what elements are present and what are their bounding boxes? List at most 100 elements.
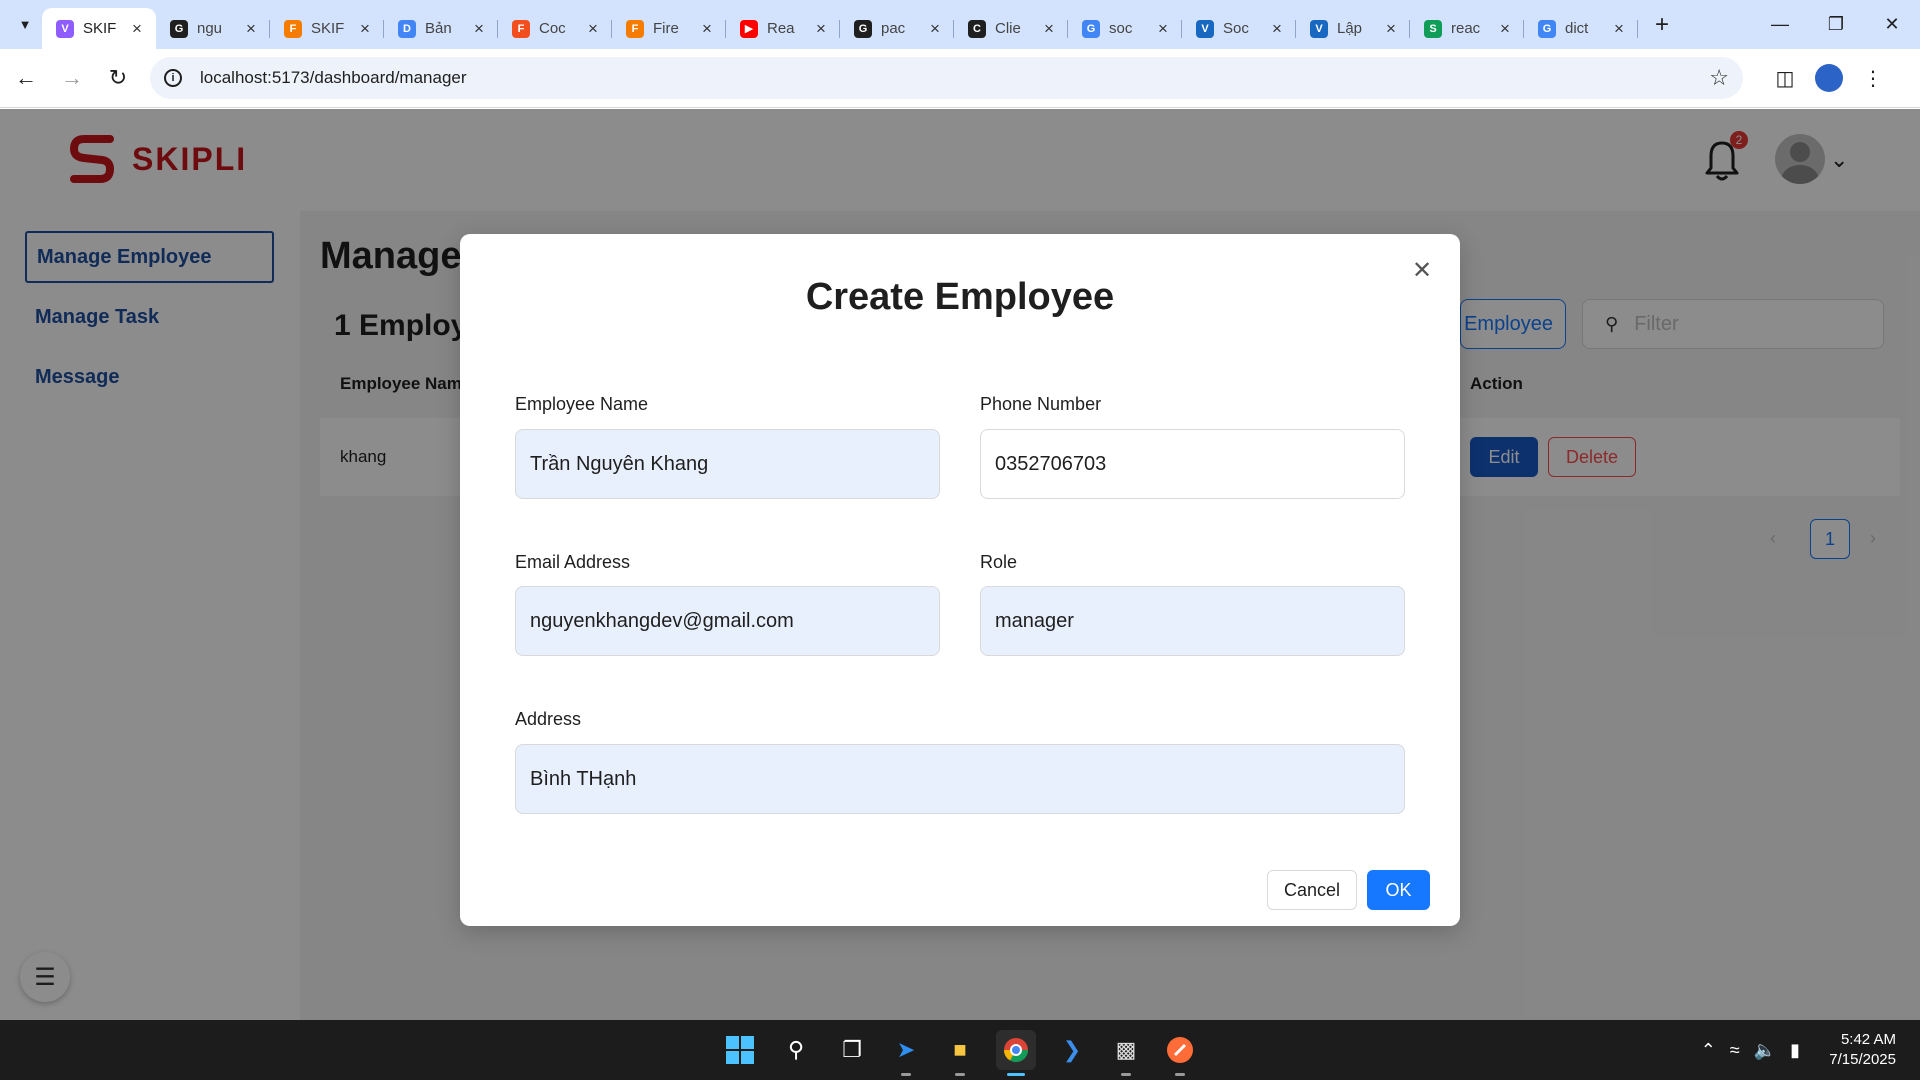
extensions-icon[interactable]: ◫ [1763, 58, 1807, 98]
plus-icon: + [1654, 10, 1669, 38]
arrow-right-icon: → [61, 65, 83, 90]
url-text[interactable]: localhost:5173/dashboard/manager [200, 68, 1709, 88]
task-view-icon[interactable]: ❐ [832, 1030, 872, 1070]
close-tab-icon[interactable]: × [356, 19, 374, 39]
tab-title: SKIF [311, 20, 345, 37]
minimize-button[interactable]: — [1752, 0, 1808, 49]
tab-title: soc [1109, 20, 1133, 37]
tab-title: dict [1565, 20, 1589, 37]
window-controls: — ❐ ✕ [1752, 0, 1920, 49]
reload-button[interactable]: ↻ [98, 58, 138, 98]
windows-start-icon[interactable] [720, 1030, 760, 1070]
vite-icon: V [56, 19, 74, 38]
firebase-icon: F [626, 19, 644, 38]
volume-icon[interactable]: 🔈 [1754, 1040, 1776, 1061]
restore-button[interactable]: ❐ [1808, 0, 1864, 49]
new-tab-button[interactable]: + [1644, 7, 1680, 43]
create-employee-modal: ✕ Create Employee Employee Name Trần Ngu… [460, 234, 1460, 926]
google-icon: G [1082, 19, 1100, 38]
modal-title: Create Employee [805, 276, 1115, 318]
close-tab-icon[interactable]: × [242, 19, 260, 39]
close-tab-icon[interactable]: × [1382, 19, 1400, 39]
role-label: Role [980, 552, 1018, 572]
wifi-icon[interactable]: ≈ [1730, 1040, 1740, 1061]
address-label: Address [515, 709, 582, 729]
email-address-field[interactable]: nguyenkhangdev@gmail.com [515, 586, 940, 656]
tab-title: Coc [539, 20, 566, 37]
close-tab-icon[interactable]: × [1154, 19, 1172, 39]
tab-strip: ▼ V SKIF × Gngu × F SKIF × D Bản × F Coc × F Fire × ▶ Rea ×… [0, 0, 1920, 49]
file-explorer-icon[interactable]: ■ [940, 1030, 980, 1076]
browser-toolbar: ← → ↻ i localhost:5173/dashboard/manager… [0, 49, 1920, 108]
browser-tab[interactable]: Gdict × [1524, 8, 1638, 49]
forward-button[interactable]: → [52, 58, 92, 98]
tab-title: pac [881, 20, 906, 37]
powershell-icon[interactable]: ❯ [1052, 1030, 1092, 1070]
browser-tab[interactable]: F Fire × [612, 8, 726, 49]
tab-title: ngu [197, 20, 223, 37]
tab-title: Clie [995, 20, 1021, 37]
close-tab-icon[interactable]: × [926, 19, 944, 39]
browser-tab[interactable]: Gpac × [840, 8, 954, 49]
email-address-label: Email Address [515, 552, 631, 572]
search-icon[interactable]: ⚲ [776, 1030, 816, 1070]
close-tab-icon[interactable]: × [1610, 19, 1628, 39]
browser-tab[interactable]: V Lập × [1296, 8, 1410, 49]
browser-tab[interactable]: V SKIF × [42, 8, 156, 49]
close-tab-icon[interactable]: × [470, 19, 488, 39]
browser-tab[interactable]: F Coc × [498, 8, 612, 49]
browser-tab[interactable]: F SKIF × [270, 8, 384, 49]
tab-list: V SKIF × Gngu × F SKIF × D Bản × F Coc × F Fire × ▶ Rea × Gp… [42, 0, 1638, 49]
clock-date: 7/15/2025 [1829, 1051, 1896, 1068]
vscode-icon[interactable]: ➤ [886, 1030, 926, 1076]
tab-search-button[interactable]: ▼ [8, 8, 42, 42]
browser-tab[interactable]: D Bản × [384, 8, 498, 49]
clock[interactable]: 5:42 AM 7/15/2025 [1829, 1030, 1896, 1070]
close-tab-icon[interactable]: × [128, 19, 146, 39]
battery-icon[interactable]: ▮ [1790, 1040, 1800, 1061]
employee-name-field[interactable]: Trần Nguyên Khang [515, 429, 940, 499]
chrome-icon[interactable] [996, 1030, 1036, 1076]
clock-time: 5:42 AM [1840, 1031, 1896, 1048]
windows-logo-icon [726, 1036, 754, 1064]
more-menu-icon[interactable]: ⋮ [1851, 58, 1895, 98]
google-icon: G [1538, 19, 1556, 38]
browser-tab[interactable]: ▶ Rea × [726, 8, 840, 49]
browser-tab[interactable]: Sreac × [1410, 8, 1524, 49]
close-tab-icon[interactable]: × [812, 19, 830, 39]
browser-tab[interactable]: Gngu × [156, 8, 270, 49]
profile-avatar[interactable] [1815, 64, 1843, 92]
tab-title: Rea [767, 20, 795, 37]
running-indicator [1007, 1073, 1025, 1076]
close-tab-icon[interactable]: × [1268, 19, 1286, 39]
bookmark-star-icon[interactable]: ☆ [1709, 65, 1729, 91]
browser-tab[interactable]: Gsoc × [1068, 8, 1182, 49]
tab-title: Lập [1337, 20, 1363, 37]
chevron-up-icon[interactable]: ⌃ [1701, 1040, 1716, 1061]
ok-button[interactable]: OK [1367, 870, 1430, 910]
address-field[interactable]: Bình THạnh [515, 744, 1405, 814]
github-icon: G [170, 19, 188, 38]
site-info-icon[interactable]: i [164, 69, 182, 87]
address-bar[interactable]: i localhost:5173/dashboard/manager ☆ [150, 57, 1743, 99]
postman-icon[interactable] [1160, 1030, 1200, 1076]
back-button[interactable]: ← [6, 58, 46, 98]
browser-tab[interactable]: C Clie × [954, 8, 1068, 49]
terminal-icon[interactable]: ▩ [1106, 1030, 1146, 1076]
github-icon: G [854, 19, 872, 38]
firebase-icon: F [284, 19, 302, 38]
google-docs-icon: D [398, 19, 416, 38]
chrome-logo-icon [1004, 1038, 1028, 1063]
running-indicator [1175, 1073, 1185, 1076]
role-field[interactable]: manager [980, 586, 1405, 656]
close-tab-icon[interactable]: × [698, 19, 716, 39]
close-window-button[interactable]: ✕ [1864, 0, 1920, 49]
close-tab-icon[interactable]: × [1040, 19, 1058, 39]
running-indicator [1121, 1073, 1131, 1076]
close-tab-icon[interactable]: × [1496, 19, 1514, 39]
phone-number-field[interactable]: 0352706703 [980, 429, 1405, 499]
cancel-button[interactable]: Cancel [1267, 870, 1357, 910]
browser-tab[interactable]: V Soc × [1182, 8, 1296, 49]
close-tab-icon[interactable]: × [584, 19, 602, 39]
figma-icon: F [512, 19, 530, 38]
